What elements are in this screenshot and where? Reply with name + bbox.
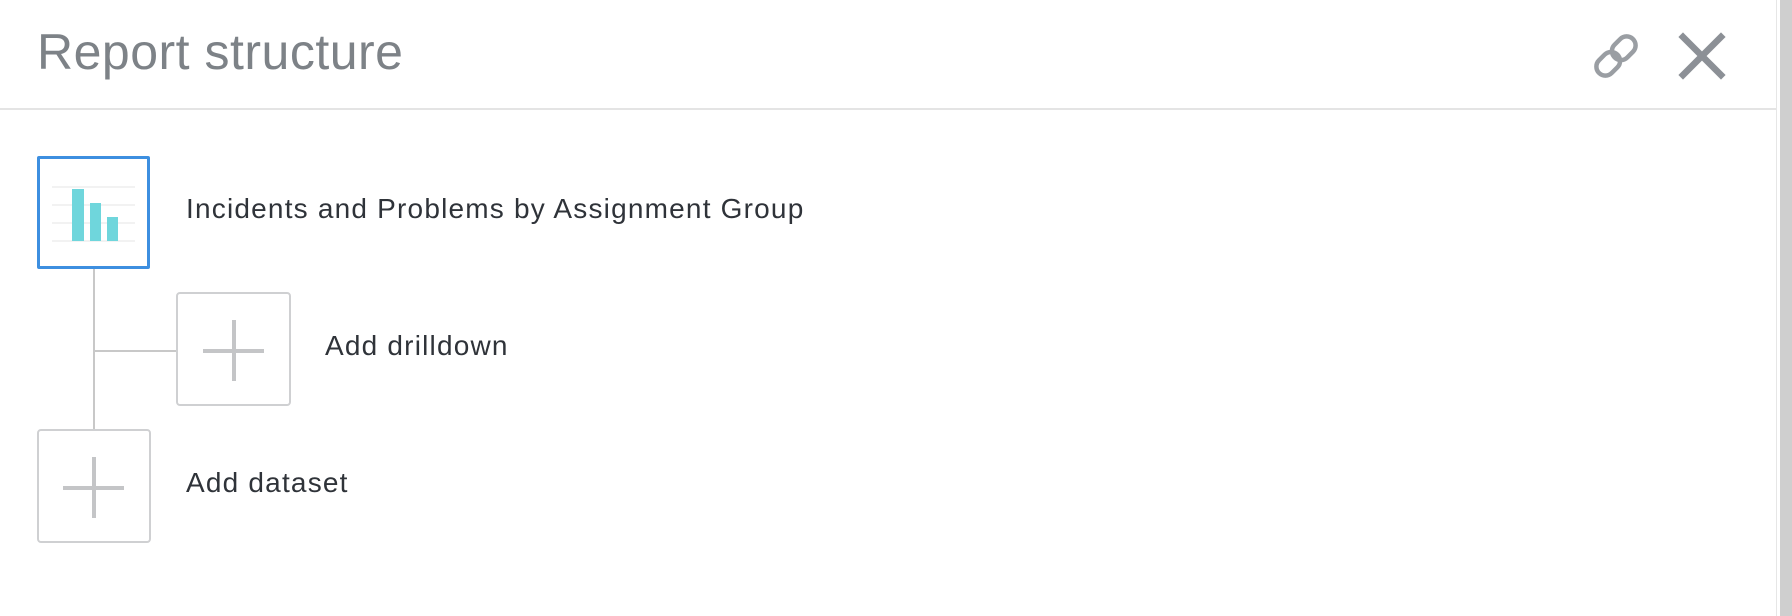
panel-title: Report structure [37, 24, 404, 80]
add-dataset-button[interactable] [37, 429, 151, 543]
report-structure-panel: Report structure Incidents and Problems … [0, 0, 1777, 616]
tree-connector-vertical [93, 268, 95, 430]
tree-connector-horizontal [93, 350, 177, 352]
panel-header: Report structure [0, 0, 1776, 110]
scrollbar[interactable] [1780, 0, 1792, 616]
add-drilldown-button[interactable] [176, 292, 291, 406]
close-icon[interactable] [1674, 28, 1730, 84]
add-dataset-label[interactable]: Add dataset [186, 466, 349, 500]
bar-chart-icon [52, 186, 135, 242]
dataset-node[interactable] [37, 156, 150, 269]
dataset-label[interactable]: Incidents and Problems by Assignment Gro… [186, 192, 804, 226]
link-icon[interactable] [1588, 28, 1644, 84]
add-drilldown-label[interactable]: Add drilldown [325, 329, 509, 363]
